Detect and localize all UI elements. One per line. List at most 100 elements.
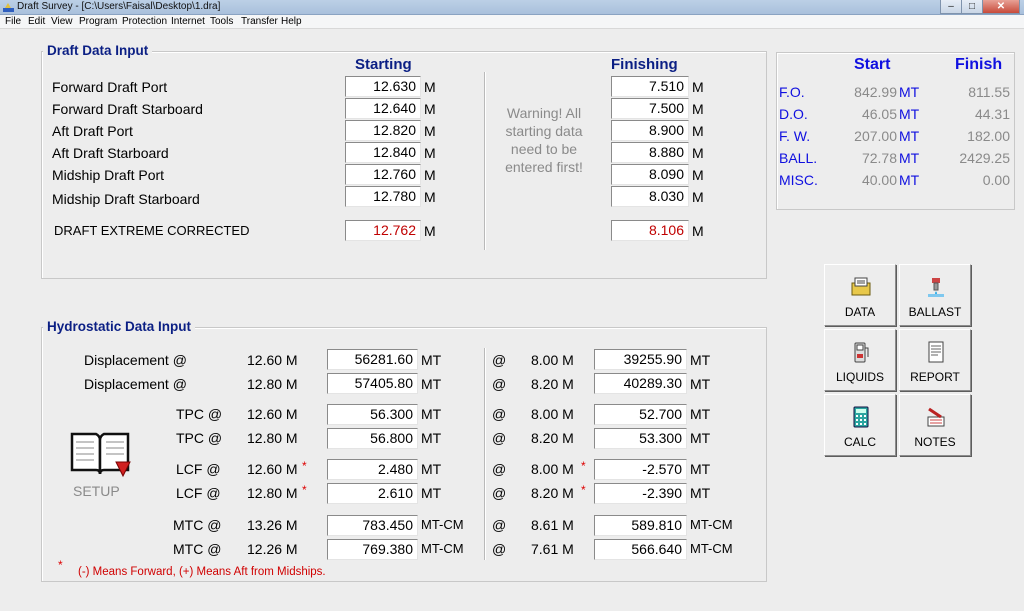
start-aft-port-field[interactable]: 12.820 [345,120,421,141]
summary-label-fo: F.O. [779,84,805,100]
hydro-draft-finish: 7.61 M [531,541,574,557]
hydro-finish-value[interactable]: -2.570 [594,459,687,480]
hydro-unit: MT-CM [690,541,733,556]
unit-label: M [424,123,436,139]
hydro-start-value[interactable]: 56.800 [327,428,418,449]
start-mid-stbd-field[interactable]: 12.780 [345,186,421,207]
close-button[interactable]: ✕ [982,0,1020,14]
warning-text: Warning! All starting data need to be en… [505,105,583,175]
unit-label: M [692,145,704,161]
hydro-finish-value[interactable]: 39255.90 [594,349,687,370]
menu-view[interactable]: View [51,16,73,27]
hydro-label-displacement: Displacement @ [84,352,187,368]
unit-label: M [424,167,436,183]
hydro-finish-value[interactable]: 40289.30 [594,373,687,394]
finish-aft-stbd-field[interactable]: 8.880 [611,142,689,163]
hydro-start-value[interactable]: 57405.80 [327,373,418,394]
hydro-finish-value[interactable]: 53.300 [594,428,687,449]
lcf-star: * [581,459,586,473]
notes-button-label: NOTES [914,435,956,449]
summary-start-misc: 40.00 [861,172,897,188]
hydro-draft-finish: 8.20 M [531,430,574,446]
setup-book-icon[interactable] [68,428,132,482]
hydro-start-value[interactable]: 783.450 [327,515,418,536]
minimize-button[interactable]: – [940,0,962,14]
hydro-unit: MT [421,430,442,446]
unit-label: M [692,167,704,183]
hydro-draft-finish: 8.20 M [531,485,574,501]
at-sign: @ [492,406,507,422]
hydro-panel-title: Hydrostatic Data Input [43,319,196,334]
window-title: Draft Survey - [C:\Users\Faisal\Desktop\… [17,1,221,12]
hydro-draft-finish: 8.00 M [531,461,574,477]
hydro-start-value[interactable]: 56281.60 [327,349,418,370]
finish-fwd-stbd-field[interactable]: 7.500 [611,98,689,119]
hydro-unit: MT [690,430,711,446]
notes-button[interactable]: NOTES [899,394,971,456]
report-button-label: REPORT [910,370,960,384]
data-button[interactable]: DATA [824,264,896,326]
start-fwd-stbd-field[interactable]: 12.640 [345,98,421,119]
hydro-draft-finish: 8.00 M [531,406,574,422]
start-mid-port-field[interactable]: 12.760 [345,164,421,185]
at-sign: @ [492,485,507,501]
menu-file[interactable]: File [5,16,21,27]
lcf-star: * [302,459,307,473]
report-button[interactable]: REPORT [899,329,971,391]
calc-button-label: CALC [843,435,876,449]
hydro-divider [484,348,486,560]
liquids-button[interactable]: LIQUIDS [824,329,896,391]
hydro-label-tpc: TPC @ [176,430,223,446]
at-sign: @ [492,541,507,557]
hydro-unit: MT [421,406,442,422]
hydro-unit: MT [421,376,442,392]
unit-label: M [692,79,704,95]
summary-start-fo: 842.99 [854,84,897,100]
start-fwd-port-field[interactable]: 12.630 [345,76,421,97]
hydro-start-value[interactable]: 2.480 [327,459,418,480]
app-icon [3,3,14,12]
unit-label: M [692,123,704,139]
hydro-finish-value[interactable]: 566.640 [594,539,687,560]
finish-fwd-port-field[interactable]: 7.510 [611,76,689,97]
hydro-start-value[interactable]: 56.300 [327,404,418,425]
finish-mid-port-field[interactable]: 8.090 [611,164,689,185]
menu-edit[interactable]: Edit [28,16,45,27]
hydro-finish-value[interactable]: -2.390 [594,483,687,504]
calc-button[interactable]: CALC [824,394,896,456]
hydro-draft-start: 12.80 M [247,430,298,446]
menu-program[interactable]: Program [79,16,117,27]
hydro-draft-finish: 8.61 M [531,517,574,533]
hydro-start-value[interactable]: 769.380 [327,539,418,560]
hydro-start-value[interactable]: 2.610 [327,483,418,504]
maximize-button[interactable]: □ [961,0,983,14]
hydro-unit: MT [690,485,711,501]
start-aft-stbd-field[interactable]: 12.840 [345,142,421,163]
menu-protection[interactable]: Protection [122,16,167,27]
hydro-draft-start: 13.26 M [247,517,298,533]
title-bar: Draft Survey - [C:\Users\Faisal\Desktop\… [0,0,1024,15]
menu-internet[interactable]: Internet [171,16,205,27]
setup-label[interactable]: SETUP [73,483,120,499]
start-corrected-field: 12.762 [345,220,421,241]
calculator-icon [853,406,869,428]
hydro-label-mtc: MTC @ [173,517,222,533]
hydro-unit: MT [690,352,711,368]
menu-tools[interactable]: Tools [210,16,233,27]
hydro-unit: MT-CM [690,517,733,532]
hydro-draft-start: 12.60 M [247,352,298,368]
draft-label: Aft Draft Port [52,123,133,139]
hydro-finish-value[interactable]: 589.810 [594,515,687,536]
menu-help[interactable]: Help [281,16,302,27]
summary-start-fw: 207.00 [854,128,897,144]
ballast-button[interactable]: BALLAST [899,264,971,326]
finish-mid-stbd-field[interactable]: 8.030 [611,186,689,207]
menu-transfer[interactable]: Transfer [241,16,278,27]
hydro-draft-start: 12.80 M [247,485,298,501]
at-sign: @ [492,376,507,392]
summary-finish-fw: 182.00 [967,128,1010,144]
summary-finish-fo: 811.55 [968,84,1010,100]
finish-aft-port-field[interactable]: 8.900 [611,120,689,141]
hydro-finish-value[interactable]: 52.700 [594,404,687,425]
draft-divider [484,72,486,250]
